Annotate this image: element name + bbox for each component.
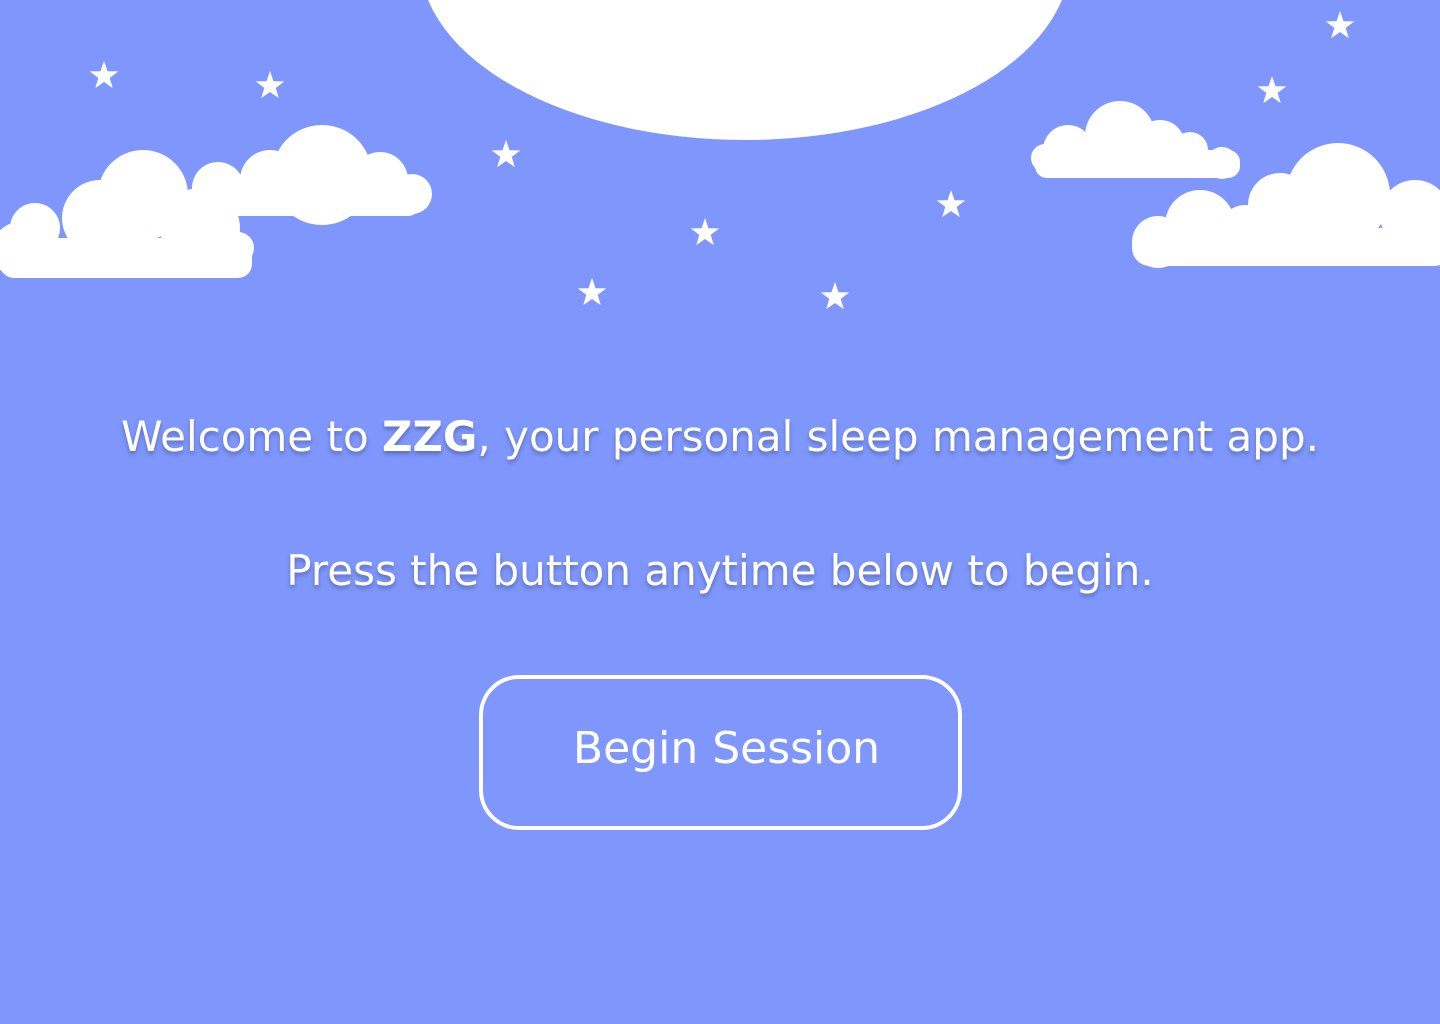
night-sky-illustration [0,0,1440,310]
star-icon [1257,76,1287,104]
welcome-prefix: Welcome to [121,412,383,461]
star-icon [936,190,966,218]
app-name: ZZG [382,412,478,461]
star-icon [89,61,119,89]
welcome-message: Welcome to ZZG, your personal sleep mana… [0,410,1440,464]
star-icon [577,278,607,306]
instruction-text: Press the button anytime below to begin. [286,546,1154,595]
star-icon [255,71,285,99]
cloud-icon [1031,101,1240,179]
star-icon [820,282,850,310]
welcome-suffix: , your personal sleep management app. [477,412,1319,461]
begin-session-button[interactable]: Begin Session [479,675,962,830]
begin-session-label: Begin Session [572,723,881,774]
star-icon [491,140,521,168]
star-icon [690,218,720,246]
moon-icon [428,0,1062,140]
star-icon [1325,11,1355,39]
